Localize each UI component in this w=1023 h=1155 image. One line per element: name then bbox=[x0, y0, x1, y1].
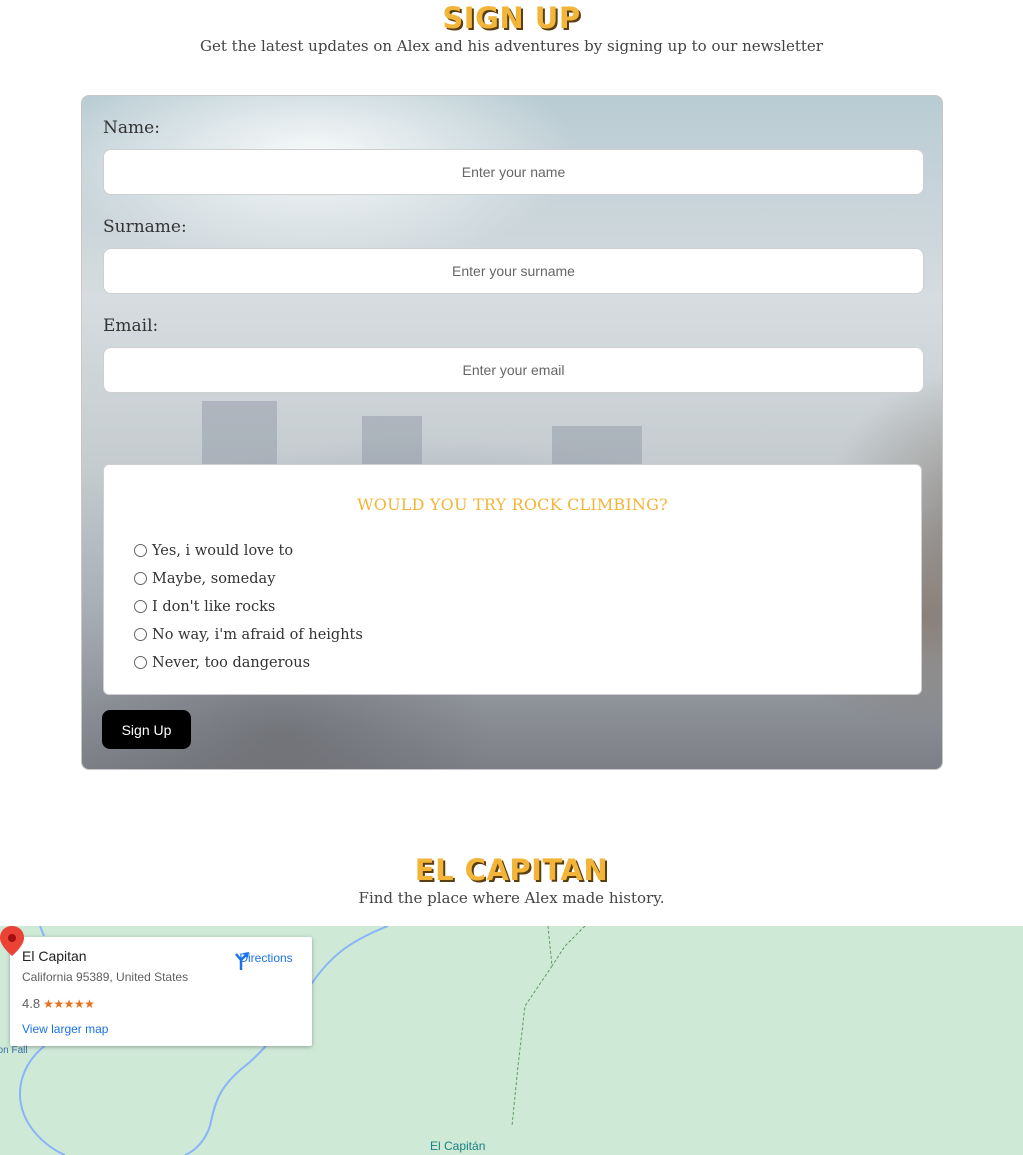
radio-option-label: Never, too dangerous bbox=[152, 655, 311, 671]
radio-option-never[interactable]: Never, too dangerous bbox=[134, 655, 310, 671]
radio-option-afraid[interactable]: No way, i'm afraid of heights bbox=[134, 627, 363, 643]
radio-option-label: Maybe, someday bbox=[152, 571, 276, 587]
page: SIGN UP Get the latest updates on Alex a… bbox=[0, 0, 1023, 1155]
radio-button[interactable] bbox=[134, 655, 147, 669]
map-place-name: El Capitan bbox=[22, 948, 87, 964]
location-subtitle: Find the place where Alex made history. bbox=[358, 889, 665, 907]
trail-line bbox=[551, 926, 586, 967]
river-line bbox=[39, 926, 45, 937]
radio-option-yes[interactable]: Yes, i would love to bbox=[134, 543, 293, 559]
signup-form: Name: Surname: Email: WOULD YOU TRY ROCK… bbox=[81, 95, 943, 770]
rating-value: 4.8 bbox=[22, 996, 41, 1011]
rock-climbing-question: WOULD YOU TRY ROCK CLIMBING? Yes, i woul… bbox=[103, 464, 922, 695]
location-title: EL CAPITAN bbox=[414, 853, 609, 887]
radio-option-label: Yes, i would love to bbox=[152, 543, 294, 559]
radio-button[interactable] bbox=[134, 599, 147, 613]
name-input[interactable] bbox=[103, 149, 924, 195]
map-info-card: El Capitan California 95389, United Stat… bbox=[10, 937, 312, 1046]
name-label: Name: bbox=[103, 118, 160, 138]
radio-option-maybe[interactable]: Maybe, someday bbox=[134, 571, 275, 587]
email-input[interactable] bbox=[103, 347, 924, 393]
directions-icon bbox=[235, 952, 249, 970]
signup-title: SIGN UP bbox=[442, 1, 581, 35]
rating-stars: ★★★★★ bbox=[43, 996, 95, 1011]
radio-button[interactable] bbox=[134, 543, 147, 557]
radio-option-no-rocks[interactable]: I don't like rocks bbox=[134, 599, 275, 615]
directions-button[interactable]: Directions bbox=[232, 949, 300, 970]
view-larger-map-link[interactable]: View larger map bbox=[22, 1022, 108, 1036]
email-label: Email: bbox=[103, 316, 159, 336]
map-rating: 4.8 ★★★★★ bbox=[22, 996, 95, 1011]
radio-option-label: I don't like rocks bbox=[152, 599, 276, 615]
map-marker-label: El Capitán bbox=[430, 1139, 486, 1153]
surname-label: Surname: bbox=[103, 217, 187, 237]
radio-button[interactable] bbox=[134, 571, 147, 585]
surname-input[interactable] bbox=[103, 248, 924, 294]
signup-subtitle: Get the latest updates on Alex and his a… bbox=[200, 37, 823, 55]
map-fall-label: bon Fall bbox=[0, 1045, 28, 1056]
map-embed[interactable]: El Capitan California 95389, United Stat… bbox=[0, 926, 1023, 1155]
radio-option-label: No way, i'm afraid of heights bbox=[152, 627, 363, 643]
map-address: California 95389, United States bbox=[22, 970, 189, 984]
signup-button[interactable]: Sign Up bbox=[102, 710, 191, 749]
radio-button[interactable] bbox=[134, 627, 147, 641]
map-pin-icon[interactable] bbox=[0, 926, 24, 956]
question-title: WOULD YOU TRY ROCK CLIMBING? bbox=[357, 495, 668, 514]
trail-line bbox=[511, 926, 553, 1127]
